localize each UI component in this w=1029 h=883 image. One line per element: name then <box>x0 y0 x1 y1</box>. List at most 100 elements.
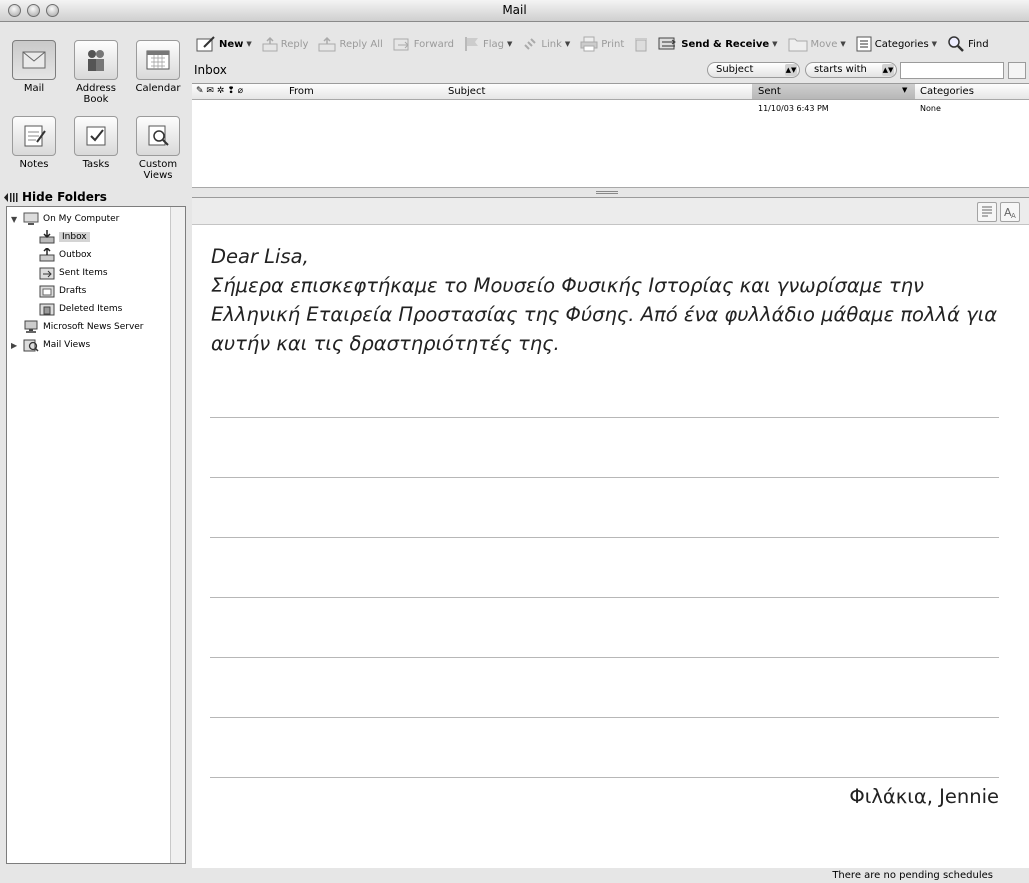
move-button[interactable]: Move ▼ <box>788 36 846 52</box>
send-receive-button[interactable]: Send & Receive ▼ <box>658 35 778 53</box>
search-input[interactable] <box>900 62 1004 79</box>
splitter-grip[interactable] <box>596 191 618 194</box>
flag-icon <box>465 37 478 51</box>
module-calendar[interactable]: Calendar <box>127 40 189 94</box>
link-button[interactable]: Link ▼ <box>522 36 570 52</box>
ruled-line <box>210 777 999 778</box>
custom-views-icon <box>136 116 180 156</box>
folder-list: ▼ On My Computer Inbox Outbox Sent Items… <box>6 206 186 864</box>
computer-icon <box>23 212 39 226</box>
filter-field-select[interactable]: Subject ▲▼ <box>707 62 800 78</box>
chevron-down-icon[interactable]: ▼ <box>772 40 777 48</box>
column-categories[interactable]: Categories <box>920 86 974 97</box>
flag-button[interactable]: Flag ▼ <box>464 36 512 52</box>
svg-text:A: A <box>1011 212 1016 220</box>
delete-button[interactable] <box>634 36 648 52</box>
module-switcher: Mail Address Book Calendar Notes Tasks C… <box>0 22 192 190</box>
chevron-down-icon[interactable]: ▼ <box>565 40 570 48</box>
mail-icon <box>12 40 56 80</box>
folder-inbox[interactable]: Inbox <box>39 229 90 245</box>
module-address-book-label: Address Book <box>76 83 116 105</box>
column-sent[interactable]: Sent <box>758 86 781 97</box>
filter-field-value: Subject <box>716 64 754 75</box>
folder-label: Outbox <box>59 250 92 260</box>
reading-pane: AA Dear Lisa, Σήμερα επισκεφτήκαμε το Μο… <box>192 197 1029 868</box>
hide-folders-button[interactable]: Hide Folders <box>4 190 107 204</box>
reply-all-button[interactable]: Reply All <box>318 36 383 52</box>
module-notes-label: Notes <box>19 159 49 170</box>
module-tasks[interactable]: Tasks <box>65 116 127 170</box>
module-notes[interactable]: Notes <box>3 116 65 170</box>
module-calendar-label: Calendar <box>135 83 181 94</box>
disclosure-open-icon[interactable]: ▼ <box>11 215 19 224</box>
folder-sent-items[interactable]: Sent Items <box>39 265 108 281</box>
find-button[interactable]: Find <box>947 35 989 53</box>
chevron-down-icon[interactable]: ▼ <box>840 40 845 48</box>
outbox-icon <box>39 248 55 262</box>
address-book-icon <box>74 40 118 80</box>
status-text: There are no pending schedules <box>832 870 993 881</box>
folder-mail-views[interactable]: ▶ Mail Views <box>11 337 90 353</box>
column-subject[interactable]: Subject <box>448 86 485 97</box>
folder-list-scrollbar[interactable] <box>170 207 185 863</box>
inbox-icon <box>39 230 55 244</box>
advanced-search-button[interactable] <box>1008 62 1026 79</box>
print-icon <box>580 36 598 52</box>
chevron-down-icon[interactable]: ▼ <box>507 40 512 48</box>
chevron-down-icon[interactable]: ▼ <box>246 40 251 48</box>
forward-button-label: Forward <box>413 38 454 50</box>
notes-icon <box>12 116 56 156</box>
forward-button[interactable]: Forward <box>393 36 454 52</box>
letter-text: Σήμερα επισκεφτήκαμε το Μουσείο Φυσικής … <box>211 274 998 355</box>
sort-descending-icon: ▼ <box>902 86 908 94</box>
trash-icon <box>635 38 648 52</box>
document-icon <box>982 206 992 217</box>
hide-folders-label: Hide Folders <box>22 190 107 204</box>
filter-mode-value: starts with <box>814 64 867 75</box>
font-size-button[interactable]: AA <box>1000 202 1020 222</box>
module-mail-label: Mail <box>23 83 45 94</box>
column-from[interactable]: From <box>289 86 314 97</box>
module-address-book[interactable]: Address Book <box>65 40 127 105</box>
new-button[interactable]: New ▼ <box>196 35 252 53</box>
row-sent: 11/10/03 6:43 PM <box>758 104 829 113</box>
move-button-label: Move <box>810 38 838 50</box>
show-headers-button[interactable] <box>977 202 997 222</box>
letter-greeting: Dear Lisa, <box>211 245 309 268</box>
ruled-line <box>210 597 999 598</box>
new-button-label: New <box>219 38 244 50</box>
folder-microsoft-news-server[interactable]: Microsoft News Server <box>23 319 144 335</box>
module-custom-views[interactable]: Custom Views <box>127 116 189 181</box>
message-list-header: ✎ ✉ ✲ ❢ ⌀ From Subject Sent ▼ Categories <box>192 84 1029 100</box>
folder-on-my-computer[interactable]: ▼ On My Computer <box>11 211 119 227</box>
folder-outbox[interactable]: Outbox <box>39 247 92 263</box>
hide-folders-icon <box>4 192 18 202</box>
reply-button[interactable]: Reply <box>262 36 308 52</box>
updown-arrows-icon: ▲▼ <box>882 64 894 76</box>
print-button[interactable]: Print <box>580 36 624 52</box>
mail-views-icon <box>23 338 39 352</box>
folder-drafts[interactable]: Drafts <box>39 283 86 299</box>
disclosure-closed-icon[interactable]: ▶ <box>11 341 19 350</box>
filter-mode-select[interactable]: starts with ▲▼ <box>805 62 897 78</box>
reply-all-icon <box>318 36 336 52</box>
pane-splitter[interactable] <box>192 187 1029 197</box>
drafts-icon <box>39 284 55 298</box>
search-icon <box>948 36 964 52</box>
window-title: Mail <box>502 3 527 17</box>
inbox-header: Inbox Subject ▲▼ starts with ▲▼ <box>192 62 1029 80</box>
ruled-line <box>210 537 999 538</box>
module-mail[interactable]: Mail <box>3 40 65 94</box>
toolbar: New ▼ Reply Reply All Forward Flag ▼ Lin… <box>192 30 1029 58</box>
folder-deleted-items[interactable]: Deleted Items <box>39 301 122 317</box>
categories-button[interactable]: Categories ▼ <box>856 36 937 52</box>
calendar-icon <box>136 40 180 80</box>
folder-label: Inbox <box>59 232 90 242</box>
status-columns-icons[interactable]: ✎ ✉ ✲ ❢ ⌀ <box>196 86 243 96</box>
reply-icon <box>262 36 278 52</box>
title-bar: Mail <box>0 0 1029 22</box>
chevron-down-icon[interactable]: ▼ <box>932 40 937 48</box>
table-row[interactable]: 11/10/03 6:43 PM None <box>192 104 1029 118</box>
link-button-label: Link <box>541 38 562 50</box>
folder-icon <box>788 38 808 52</box>
